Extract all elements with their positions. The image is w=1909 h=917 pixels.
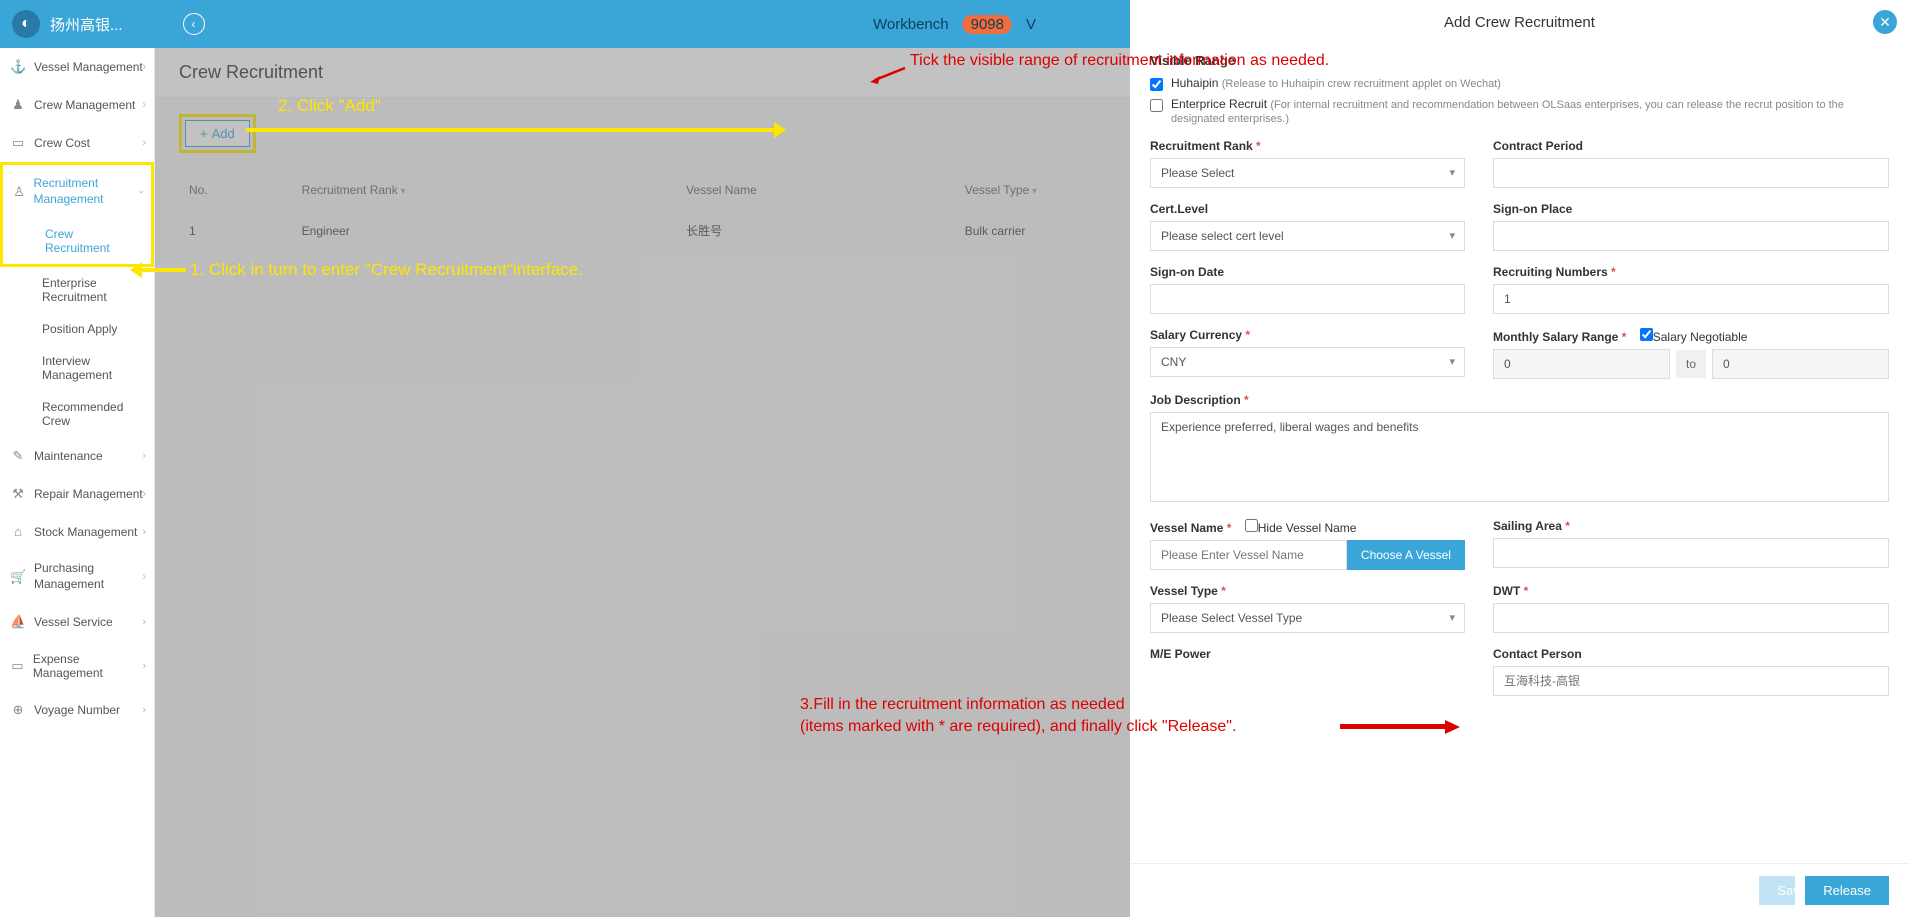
vessel-name-input[interactable] [1150,540,1347,570]
recruitment-rank-select[interactable]: Please Select [1150,158,1465,188]
salary-from-input[interactable] [1493,349,1670,379]
chevron-right-icon: › [142,660,146,672]
sidebar-item-purchasing-management[interactable]: 🛒Purchasing Management› [0,550,154,603]
vessel-type-select[interactable]: Please Select Vessel Type [1150,603,1465,633]
signon-place-input[interactable] [1493,221,1889,251]
chevron-down-icon: › [135,190,147,194]
sidebar-item-stock-management[interactable]: ⌂Stock Management› [0,513,154,550]
sidebar-subitem-position-apply[interactable]: Position Apply [0,313,154,345]
sidebar-item-vessel-management[interactable]: ⚓Vessel Management› [0,48,154,86]
sidebar-item-repair-management[interactable]: ⚒Repair Management› [0,475,154,513]
huhaipin-checkbox[interactable] [1150,78,1163,91]
cart-icon: 🛒 [10,569,26,585]
collapse-sidebar-icon[interactable]: ‹ [183,13,205,35]
money-icon: ▭ [10,658,25,674]
card-icon: ▭ [10,135,26,151]
visible-range-label: Visible Range [1150,53,1235,68]
hammer-icon: ⚒ [10,486,26,502]
add-crew-recruitment-drawer: Add Crew Recruitment ✕ Visible Range Huh… [1130,0,1909,917]
signon-date-input[interactable] [1150,284,1465,314]
dwt-input[interactable] [1493,603,1889,633]
sidebar-item-expense-management[interactable]: ▭Expense Management› [0,641,154,691]
release-button[interactable]: Release [1805,876,1889,905]
wrench-icon: ✎ [10,448,26,464]
save-button[interactable]: Save [1759,876,1795,905]
sailing-area-input[interactable] [1493,538,1889,568]
job-description-textarea[interactable]: Experience preferred, liberal wages and … [1150,412,1889,502]
company-name: 扬州高银... [50,14,123,35]
recruiting-numbers-input[interactable] [1493,284,1889,314]
chevron-right-icon: › [142,616,146,628]
salary-to-input[interactable] [1712,349,1889,379]
sidebar-item-crew-cost[interactable]: ▭Crew Cost› [0,124,154,162]
salary-negotiable-checkbox[interactable] [1640,328,1653,341]
sidebar-item-crew-management[interactable]: ♟Crew Management› [0,86,154,124]
company-logo: ◐ [12,10,40,38]
sidebar-subitem-interview-management[interactable]: Interview Management [0,345,154,391]
people-icon: ♟ [10,97,26,113]
yellow-arrow-icon [246,128,776,132]
chevron-right-icon: › [142,571,146,583]
hide-vessel-checkbox[interactable] [1245,519,1258,532]
anchor-icon: ⚓ [10,59,26,75]
chevron-right-icon: › [142,704,146,716]
sidebar-item-maintenance[interactable]: ✎Maintenance› [0,437,154,475]
house-icon: ⌂ [10,524,26,539]
ship-icon: ⛵ [10,614,26,630]
yellow-arrow-left-icon [140,268,186,272]
sidebar-item-vessel-service[interactable]: ⛵Vessel Service› [0,603,154,641]
salary-currency-select[interactable]: CNY [1150,347,1465,377]
choose-vessel-button[interactable]: Choose A Vessel [1347,540,1465,570]
chevron-right-icon: › [142,137,146,149]
person-icon: ♙ [13,184,25,200]
contract-period-input[interactable] [1493,158,1889,188]
sidebar-subitem-crew-recruitment[interactable]: Crew Recruitment [3,218,151,264]
contact-person-input[interactable] [1493,666,1889,696]
sidebar-item-recruitment-management[interactable]: ♙Recruitment Management› [3,165,151,218]
header-next[interactable]: V [1026,16,1036,33]
sidebar: ⚓Vessel Management› ♟Crew Management› ▭C… [0,0,155,917]
chevron-right-icon: › [142,99,146,111]
sidebar-item-voyage-number[interactable]: ⊕Voyage Number› [0,691,154,729]
drawer-title: Add Crew Recruitment [1444,14,1595,31]
globe-icon: ⊕ [10,702,26,718]
workbench-badge: 9098 [963,15,1012,34]
chevron-right-icon: › [142,61,146,73]
chevron-right-icon: › [142,526,146,538]
chevron-right-icon: › [142,450,146,462]
chevron-right-icon: › [142,488,146,500]
close-icon: ✕ [1879,14,1891,31]
close-button[interactable]: ✕ [1873,10,1897,34]
enterprise-recruit-checkbox[interactable] [1150,99,1163,112]
sidebar-subitem-recommended-crew[interactable]: Recommended Crew [0,391,154,437]
workbench-link[interactable]: Workbench [873,16,949,33]
cert-level-select[interactable]: Please select cert level [1150,221,1465,251]
